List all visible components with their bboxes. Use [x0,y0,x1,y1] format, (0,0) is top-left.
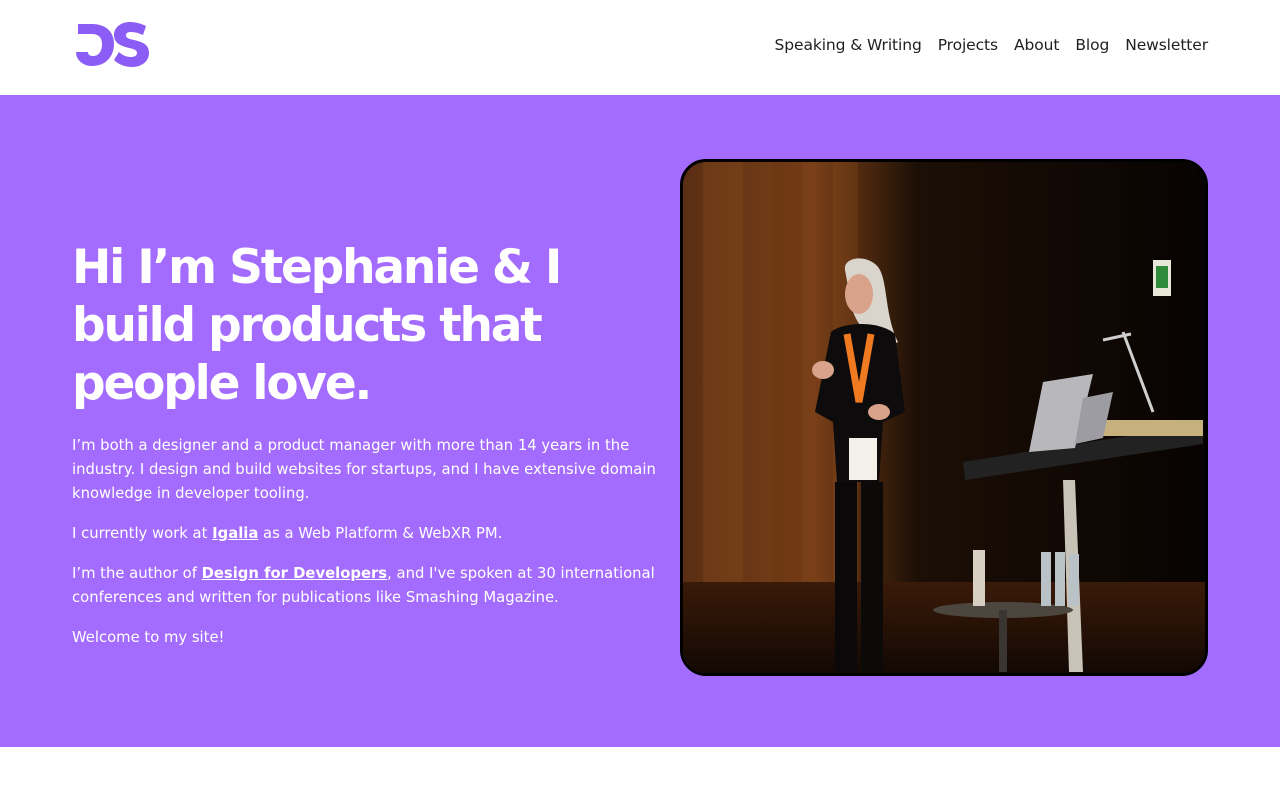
site-header: Speaking & Writing Projects About Blog N… [0,0,1280,95]
author-text-before: I’m the author of [72,565,202,582]
main-nav: Speaking & Writing Projects About Blog N… [775,36,1209,54]
hero-bio-paragraph: I’m both a designer and a product manage… [72,437,656,502]
speaker-on-stage-image [683,162,1205,673]
nav-about[interactable]: About [1014,36,1059,54]
speaker-photo [680,159,1208,676]
hero-work-paragraph: I currently work at Igalia as a Web Plat… [72,522,662,546]
nav-blog[interactable]: Blog [1075,36,1109,54]
nav-speaking-writing[interactable]: Speaking & Writing [775,36,922,54]
hero-section: Hi I’m Stephanie & I build products that… [0,95,1280,747]
hero-intro: Hi I’m Stephanie & I build products that… [72,239,662,666]
ds-logo-icon [76,22,149,67]
hero-welcome: Welcome to my site! [72,629,225,646]
work-text-after: as a Web Platform & WebXR PM. [258,525,503,542]
nav-newsletter[interactable]: Newsletter [1125,36,1208,54]
igalia-link[interactable]: Igalia [212,525,258,542]
work-text-before: I currently work at [72,525,213,542]
hero-author-paragraph: I’m the author of Design for Developers,… [72,562,662,610]
hero-title: Hi I’m Stephanie & I build products that… [72,240,562,411]
nav-projects[interactable]: Projects [938,36,998,54]
logo-link[interactable] [74,22,150,68]
design-for-developers-link[interactable]: Design for Developers [202,565,388,582]
